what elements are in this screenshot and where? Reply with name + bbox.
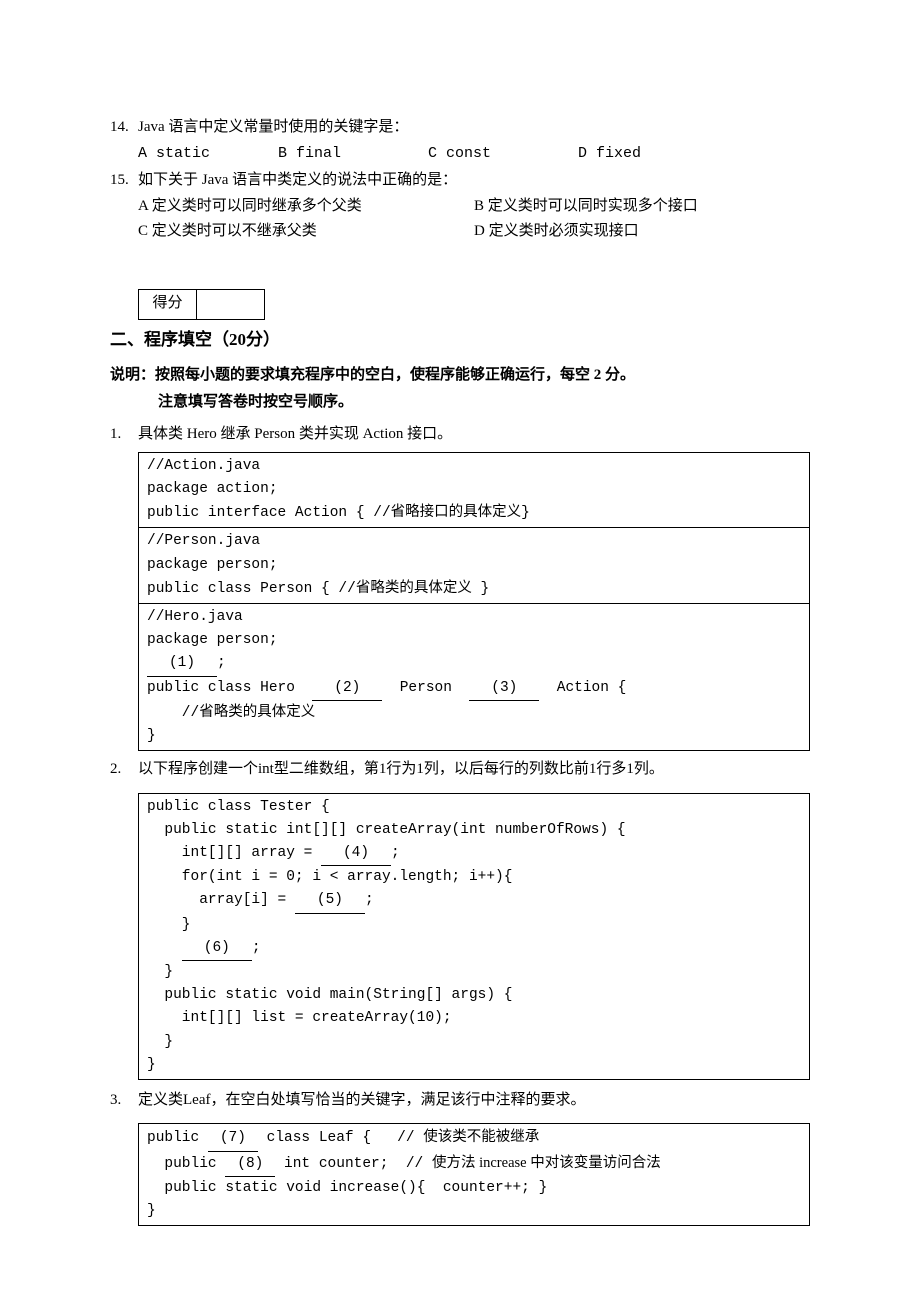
question-text: 如下关于 Java 语言中类定义的说法中正确的是： xyxy=(138,168,810,194)
code-line: for(int i = 0; i < array.length; i++){ xyxy=(147,869,512,885)
code-line: public static int[][] createArray(int nu… xyxy=(147,822,626,838)
code-line-part: public xyxy=(147,1130,208,1146)
code-line-part xyxy=(147,940,182,956)
code-line-part: int counter; // xyxy=(275,1156,432,1172)
subq-number: 2. xyxy=(110,757,138,783)
question-stem: 14. Java 语言中定义常量时使用的关键字是： xyxy=(110,115,810,141)
question-stem: 15. 如下关于 Java 语言中类定义的说法中正确的是： xyxy=(110,168,810,194)
section-2-instructions: 说明：按照每小题的要求填充程序中的空白，使程序能够正确运行，每空 2 分。 注意… xyxy=(110,362,810,416)
section-2-q1: 1. 具体类 Hero 继承 Person 类并实现 Action 接口。 xyxy=(110,422,810,448)
code-box-person: //Person.java package person; public cla… xyxy=(138,527,810,604)
code-box-leaf: public (7) class Leaf { // 使该类不能被继承 publ… xyxy=(138,1123,810,1226)
instructions-line-2: 注意填写答卷时按空号顺序。 xyxy=(110,389,810,416)
code-line: } xyxy=(147,1057,156,1073)
code-box-tester: public class Tester { public static int[… xyxy=(138,793,810,1080)
subq-number: 1. xyxy=(110,422,138,448)
code-line-part: public class Person { // xyxy=(147,581,356,597)
question-15: 15. 如下关于 Java 语言中类定义的说法中正确的是： A 定义类时可以同时… xyxy=(110,168,810,245)
code-line: } xyxy=(147,1203,156,1219)
code-line: int[][] list = createArray(10); xyxy=(147,1010,452,1026)
code-line: package person; xyxy=(147,632,278,648)
blank-6: (6) xyxy=(182,937,252,961)
code-line: public static void main(String[] args) { xyxy=(147,987,512,1003)
option-b: B final xyxy=(278,141,428,167)
code-line-part: Action { xyxy=(539,680,626,696)
code-line-part: ; xyxy=(391,845,400,861)
code-comment: 使该类不能被继承 xyxy=(423,1129,539,1145)
code-box-action: //Action.java package action; public int… xyxy=(138,452,810,529)
code-line: //Action.java xyxy=(147,458,260,474)
option-d: D fixed xyxy=(578,141,641,167)
blank-2: (2) xyxy=(312,677,382,701)
option-c: C const xyxy=(428,141,578,167)
score-label: 得分 xyxy=(139,289,197,319)
subq-stem: 以下程序创建一个int型二维数组，第1行为1列，以后每行的列数比前1行多1列。 xyxy=(138,757,810,783)
question-text: Java 语言中定义常量时使用的关键字是： xyxy=(138,115,810,141)
question-14: 14. Java 语言中定义常量时使用的关键字是： A static B fin… xyxy=(110,115,810,166)
section-2-title: 二、程序填空（20分） xyxy=(110,326,810,355)
code-line-part: ; xyxy=(217,655,226,671)
code-line-part: public class Hero xyxy=(147,680,312,696)
subq-number: 3. xyxy=(110,1088,138,1114)
code-line-part: Person xyxy=(382,680,469,696)
code-line: package person; xyxy=(147,557,278,573)
code-line-part: } xyxy=(472,581,489,597)
options-grid: A 定义类时可以同时继承多个父类 B 定义类时可以同时实现多个接口 C 定义类时… xyxy=(110,194,810,245)
instructions-line-1: 说明：按照每小题的要求填充程序中的空白，使程序能够正确运行，每空 2 分。 xyxy=(110,362,810,389)
code-line-part: array[i] = xyxy=(147,892,295,908)
code-comment: 省略接口的具体定义 xyxy=(391,504,522,520)
question-number: 15. xyxy=(110,168,138,194)
blank-5: (5) xyxy=(295,889,365,913)
option-c: C 定义类时可以不继承父类 xyxy=(138,219,474,245)
code-line-part: } xyxy=(521,505,530,521)
code-comment: 省略类的具体定义 xyxy=(199,704,315,720)
section-2-q3: 3. 定义类Leaf，在空白处填写恰当的关键字，满足该行中注释的要求。 xyxy=(110,1088,810,1114)
option-a: A static xyxy=(138,141,278,167)
code-line: } xyxy=(147,1034,173,1050)
question-number: 14. xyxy=(110,115,138,141)
code-line-part: public xyxy=(147,1156,225,1172)
code-line: //Person.java xyxy=(147,533,260,549)
code-line: } xyxy=(147,964,173,980)
options-row: A static B final C const D fixed xyxy=(110,141,810,167)
code-line: public class Tester { xyxy=(147,799,330,815)
code-comment: 使方法 increase 中对该变量访问合法 xyxy=(432,1155,661,1171)
score-box-wrapper: 得分 xyxy=(110,289,810,320)
code-line: public static void increase(){ counter++… xyxy=(147,1180,547,1196)
options-row-1: A 定义类时可以同时继承多个父类 B 定义类时可以同时实现多个接口 xyxy=(138,194,810,220)
subq-stem: 具体类 Hero 继承 Person 类并实现 Action 接口。 xyxy=(138,422,810,448)
code-line-part: class Leaf { // xyxy=(258,1130,423,1146)
score-box: 得分 xyxy=(138,289,265,320)
section-2-q2: 2. 以下程序创建一个int型二维数组，第1行为1列，以后每行的列数比前1行多1… xyxy=(110,757,810,783)
code-comment: 省略类的具体定义 xyxy=(356,580,472,596)
code-line-part: int[][] array = xyxy=(147,845,321,861)
option-b: B 定义类时可以同时实现多个接口 xyxy=(474,194,810,220)
code-line: } xyxy=(147,917,191,933)
code-line-part: // xyxy=(147,705,199,721)
code-line: //Hero.java xyxy=(147,609,243,625)
code-line-part: ; xyxy=(365,892,374,908)
options-row-2: C 定义类时可以不继承父类 D 定义类时必须实现接口 xyxy=(138,219,810,245)
blank-7: (7) xyxy=(208,1127,258,1151)
blank-8: (8) xyxy=(225,1153,275,1177)
code-line: package action; xyxy=(147,481,278,497)
code-box-hero: //Hero.java package person; (1); public … xyxy=(138,603,810,751)
blank-3: (3) xyxy=(469,677,539,701)
blank-1: (1) xyxy=(147,652,217,676)
subq-stem: 定义类Leaf，在空白处填写恰当的关键字，满足该行中注释的要求。 xyxy=(138,1088,810,1114)
option-d: D 定义类时必须实现接口 xyxy=(474,219,810,245)
score-value xyxy=(197,289,265,319)
blank-4: (4) xyxy=(321,842,391,866)
code-line: } xyxy=(147,728,156,744)
option-a: A 定义类时可以同时继承多个父类 xyxy=(138,194,474,220)
code-line-part: ; xyxy=(252,940,261,956)
code-line-part: public interface Action { // xyxy=(147,505,391,521)
